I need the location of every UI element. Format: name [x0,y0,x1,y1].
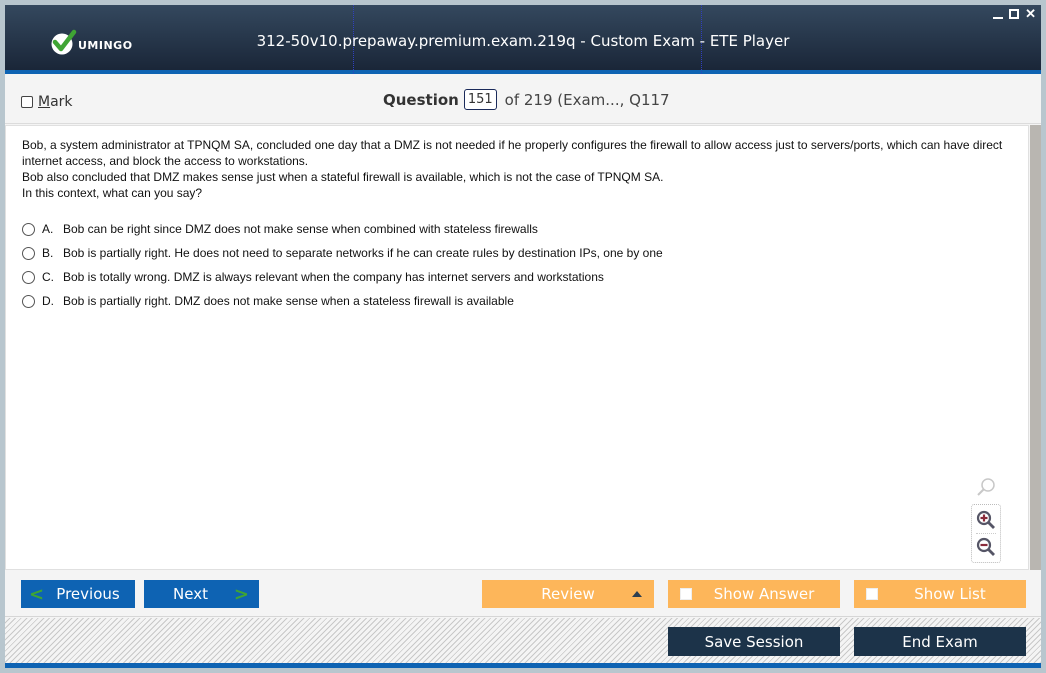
question-header: Mark Question 151 of 219 (Exam..., Q117 [5,78,1041,124]
zoom-in-icon [976,510,995,529]
window-title: 312-50v10.prepaway.premium.exam.219q - C… [256,32,790,50]
option-text: Bob is totally wrong. DMZ is always rele… [63,270,604,284]
question-line: Bob also concluded that DMZ makes sense … [22,170,664,184]
zoom-in-button[interactable] [973,507,999,533]
next-label: Next [173,585,208,603]
vertical-scrollbar[interactable] [1030,125,1041,570]
question-text: Bob, a system administrator at TPNQM SA,… [22,137,1012,201]
option-c[interactable]: C. Bob is totally wrong. DMZ is always r… [22,265,663,289]
radio-button[interactable] [22,246,35,260]
show-list-button[interactable]: Show List [854,580,1026,608]
option-letter: D. [42,294,54,308]
radio-button[interactable] [22,294,35,308]
next-button[interactable]: Next > [144,580,259,608]
review-label: Review [541,585,595,603]
caret-up-icon [632,591,642,597]
save-session-button[interactable]: Save Session [668,627,840,656]
checkbox-icon[interactable] [21,96,33,108]
radio-button[interactable] [22,270,35,284]
show-answer-label: Show Answer [713,585,815,603]
end-exam-button[interactable]: End Exam [854,627,1026,656]
title-bar[interactable]: UMINGO 312-50v10.prepaway.premium.exam.2… [5,5,1041,74]
bottom-accent-line [5,663,1041,668]
option-b[interactable]: B. Bob is partially right. He does not n… [22,241,663,265]
option-a[interactable]: A. Bob can be right since DMZ does not m… [22,217,663,241]
radio-button[interactable] [22,222,35,236]
option-text: Bob can be right since DMZ does not make… [63,222,538,236]
option-letter: A. [42,222,54,236]
mark-label: Mark [38,94,73,110]
search-icon[interactable] [975,476,997,498]
question-number-input[interactable]: 151 [463,89,497,110]
review-button[interactable]: Review [482,580,654,608]
option-text: Bob is partially right. DMZ does not mak… [63,294,514,308]
minimize-icon[interactable] [993,9,1004,19]
end-exam-label: End Exam [902,632,978,651]
checkbox-icon[interactable] [680,588,692,600]
zoom-button-group [971,504,1001,563]
option-d[interactable]: D. Bob is partially right. DMZ does not … [22,289,663,313]
previous-label: Previous [56,585,120,603]
previous-button[interactable]: < Previous [21,580,135,608]
option-letter: C. [42,270,54,284]
app-window: UMINGO 312-50v10.prepaway.premium.exam.2… [5,5,1041,668]
zoom-out-icon [976,537,995,556]
option-text: Bob is partially right. He does not need… [63,246,663,260]
window-controls: ✕ [993,7,1036,20]
chevron-left-icon: < [29,584,45,605]
footer-bar: Save Session End Exam [5,618,1041,663]
save-session-label: Save Session [704,632,804,651]
mark-checkbox[interactable]: Mark [21,94,73,110]
question-word: Question [383,90,459,109]
question-counter: Question 151 of 219 (Exam..., Q117 [383,89,670,110]
show-list-label: Show List [914,585,986,603]
question-line: In this context, what can you say? [22,186,203,200]
question-of-total: of 219 (Exam..., Q117 [504,90,670,109]
chevron-right-icon: > [233,584,249,605]
zoom-out-button[interactable] [973,534,999,560]
maximize-icon[interactable] [1009,9,1020,19]
option-letter: B. [42,246,54,260]
answer-options: A. Bob can be right since DMZ does not m… [22,217,663,313]
close-icon[interactable]: ✕ [1025,7,1036,20]
show-answer-button[interactable]: Show Answer [668,580,840,608]
checkbox-icon[interactable] [866,588,878,600]
question-line: Bob, a system administrator at TPNQM SA,… [22,138,1003,168]
question-content: Bob, a system administrator at TPNQM SA,… [5,125,1029,570]
zoom-tools [971,476,1001,563]
navigation-bar: < Previous Next > Review Show Answer Sho… [5,571,1041,617]
